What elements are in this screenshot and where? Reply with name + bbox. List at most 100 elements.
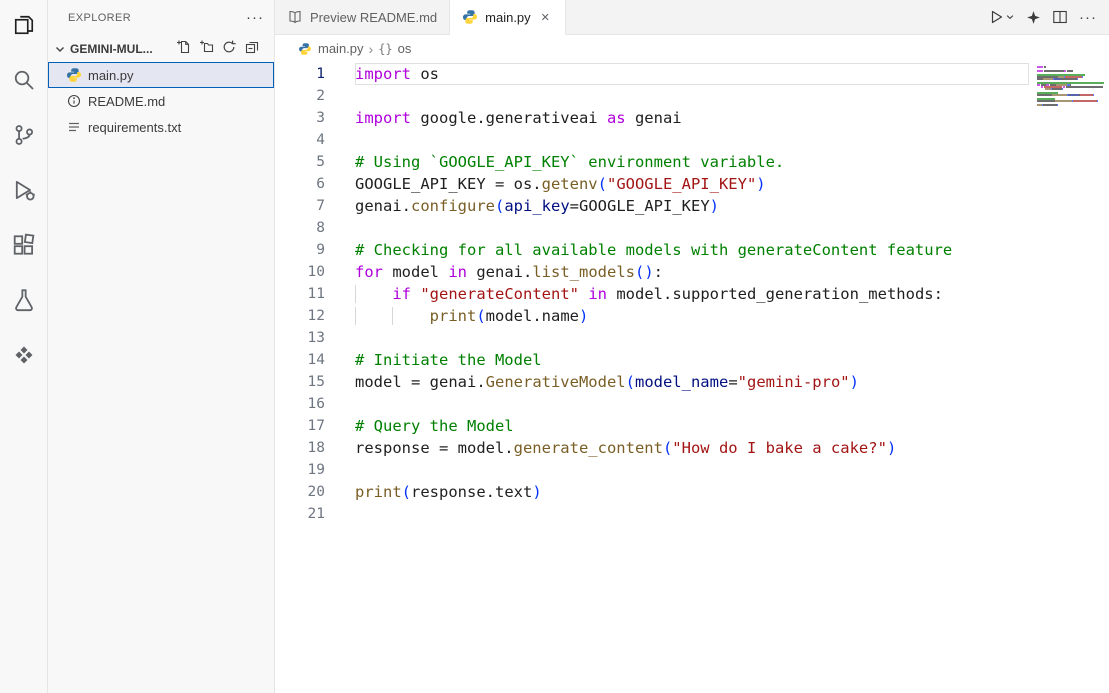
activity-run-debug[interactable] — [0, 165, 47, 220]
code-line-content[interactable]: for model in genai.list_models(): — [355, 261, 1029, 283]
line-number[interactable]: 17 — [275, 415, 325, 437]
line-number[interactable]: 14 — [275, 349, 325, 371]
activity-source-control[interactable] — [0, 110, 47, 165]
line-number[interactable]: 18 — [275, 437, 325, 459]
line-number[interactable]: 5 — [275, 151, 325, 173]
code-line[interactable]: 5 # Using `GOOGLE_API_KEY` environment va… — [275, 151, 1029, 173]
line-number[interactable]: 3 — [275, 107, 325, 129]
line-number[interactable]: 19 — [275, 459, 325, 481]
code-line-content[interactable]: import google.generativeai as genai — [355, 107, 1029, 129]
code-line[interactable]: 6 GOOGLE_API_KEY = os.getenv("GOOGLE_API_… — [275, 173, 1029, 195]
line-number[interactable]: 10 — [275, 261, 325, 283]
new-file-icon[interactable] — [175, 39, 191, 58]
code-line-content[interactable]: model = genai.GenerativeModel(model_name… — [355, 371, 1029, 393]
activity-testing[interactable] — [0, 275, 47, 330]
code-line-content[interactable] — [355, 129, 1029, 151]
minimap[interactable] — [1033, 62, 1109, 693]
code-line-content[interactable] — [355, 459, 1029, 481]
chevron-right-icon: › — [369, 41, 374, 57]
code-line[interactable]: 1 import os — [275, 63, 1029, 85]
code-line-content[interactable]: # Initiate the Model — [355, 349, 1029, 371]
code-line-content[interactable]: # Checking for all available models with… — [355, 239, 1029, 261]
code-line[interactable]: 4 — [275, 129, 1029, 151]
code-editor[interactable]: 1 import os 23 import google.generativeai a… — [275, 62, 1109, 693]
new-folder-icon[interactable] — [198, 39, 214, 58]
line-number[interactable]: 12 — [275, 305, 325, 327]
close-icon[interactable]: ✕ — [538, 9, 553, 26]
line-number[interactable]: 9 — [275, 239, 325, 261]
tab-main-py[interactable]: main.py ✕ — [450, 0, 566, 35]
file-row-main-py[interactable]: main.py — [48, 62, 274, 88]
line-number[interactable]: 20 — [275, 481, 325, 503]
line-number[interactable]: 15 — [275, 371, 325, 393]
code-line-content[interactable] — [355, 327, 1029, 349]
line-number[interactable]: 16 — [275, 393, 325, 415]
code-line[interactable]: 17 # Query the Model — [275, 415, 1029, 437]
line-number[interactable]: 8 — [275, 217, 325, 239]
split-editor-icon[interactable] — [1052, 9, 1068, 25]
breadcrumb-file[interactable]: main.py — [297, 41, 364, 57]
sparkle-icon[interactable] — [1026, 10, 1041, 25]
code-line[interactable]: 12 print(model.name) — [275, 305, 1029, 327]
run-debug-icon — [12, 178, 36, 207]
explorer-header: EXPLORER ··· — [48, 0, 274, 35]
code-line-content[interactable]: GOOGLE_API_KEY = os.getenv("GOOGLE_API_K… — [355, 173, 1029, 195]
code-line[interactable]: 15 model = genai.GenerativeModel(model_na… — [275, 371, 1029, 393]
line-number[interactable]: 2 — [275, 85, 325, 107]
line-number[interactable]: 4 — [275, 129, 325, 151]
code-line-content[interactable]: print(response.text) — [355, 481, 1029, 503]
code-line-content[interactable]: # Using `GOOGLE_API_KEY` environment var… — [355, 151, 1029, 173]
code-line[interactable]: 8 — [275, 217, 1029, 239]
sidebar-explorer: EXPLORER ··· GEMINI-MUL... main.py READM… — [48, 0, 275, 693]
code-line[interactable]: 18 response = model.generate_content("How… — [275, 437, 1029, 459]
file-row-readme-md[interactable]: README.md — [48, 88, 274, 114]
code-line-content[interactable] — [355, 503, 1029, 525]
activity-explorer[interactable] — [0, 0, 47, 55]
code-line[interactable]: 19 — [275, 459, 1029, 481]
line-number[interactable]: 1 — [275, 63, 325, 85]
folder-section-header[interactable]: GEMINI-MUL... — [48, 35, 274, 62]
explorer-more-button[interactable]: ··· — [246, 10, 264, 25]
file-list: main.py README.md requirements.txt — [48, 62, 274, 140]
code-line[interactable]: 16 — [275, 393, 1029, 415]
code-line[interactable]: 9 # Checking for all available models wit… — [275, 239, 1029, 261]
refresh-icon[interactable] — [221, 39, 237, 58]
code-line-content[interactable]: response = model.generate_content("How d… — [355, 437, 1029, 459]
file-name: requirements.txt — [88, 120, 181, 135]
search-icon — [12, 68, 36, 97]
code-line-content[interactable] — [355, 85, 1029, 107]
line-number[interactable]: 13 — [275, 327, 325, 349]
activity-blocks[interactable] — [0, 330, 47, 385]
activity-search[interactable] — [0, 55, 47, 110]
code-line[interactable]: 13 — [275, 327, 1029, 349]
code-line-content[interactable] — [355, 393, 1029, 415]
code-line-content[interactable]: print(model.name) — [355, 305, 1029, 327]
code-line-content[interactable]: if "generateContent" in model.supported_… — [355, 283, 1029, 305]
line-number[interactable]: 11 — [275, 283, 325, 305]
activity-extensions[interactable] — [0, 220, 47, 275]
tab-bar: Preview README.md main.py ✕ ··· — [275, 0, 1109, 35]
code-line-content[interactable]: genai.configure(api_key=GOOGLE_API_KEY) — [355, 195, 1029, 217]
tab-preview-readme[interactable]: Preview README.md — [275, 0, 450, 34]
code-line[interactable]: 3 import google.generativeai as genai — [275, 107, 1029, 129]
code-line[interactable]: 7 genai.configure(api_key=GOOGLE_API_KEY) — [275, 195, 1029, 217]
collapse-all-icon[interactable] — [244, 39, 260, 58]
code-line[interactable]: 21 — [275, 503, 1029, 525]
text-file-icon — [66, 119, 82, 135]
line-number[interactable]: 7 — [275, 195, 325, 217]
code-line[interactable]: 11 if "generateContent" in model.support… — [275, 283, 1029, 305]
file-row-requirements-txt[interactable]: requirements.txt — [48, 114, 274, 140]
code-line-content[interactable] — [355, 217, 1029, 239]
line-number[interactable]: 6 — [275, 173, 325, 195]
run-button[interactable] — [988, 9, 1015, 25]
run-dropdown-chevron-icon[interactable] — [1005, 12, 1015, 22]
line-number[interactable]: 21 — [275, 503, 325, 525]
code-line[interactable]: 14 # Initiate the Model — [275, 349, 1029, 371]
code-line[interactable]: 10 for model in genai.list_models(): — [275, 261, 1029, 283]
more-actions-button[interactable]: ··· — [1079, 10, 1097, 25]
breadcrumb-symbol[interactable]: {} os — [378, 41, 411, 56]
code-line[interactable]: 20 print(response.text) — [275, 481, 1029, 503]
code-line[interactable]: 2 — [275, 85, 1029, 107]
code-line-content[interactable]: # Query the Model — [355, 415, 1029, 437]
code-line-content[interactable]: import os — [355, 63, 1029, 85]
